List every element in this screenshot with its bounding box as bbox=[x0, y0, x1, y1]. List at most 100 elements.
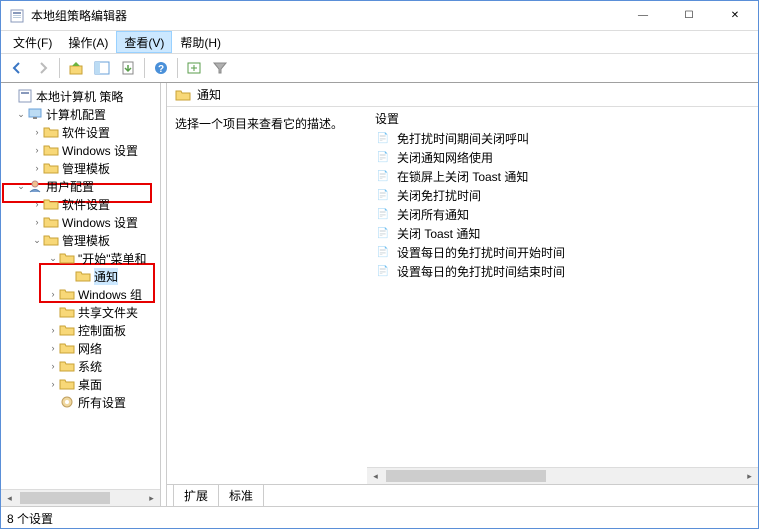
list-item[interactable]: 📄关闭免打扰时间 bbox=[367, 186, 758, 205]
chevron-right-icon[interactable]: › bbox=[47, 343, 59, 353]
tree-pane[interactable]: 本地计算机 策略 ⌄ 计算机配置 › 软件设置 › Windows 设置 ›管理模板… bbox=[1, 83, 161, 506]
list-hscrollbar[interactable]: ◂ ▸ bbox=[367, 467, 758, 484]
tree-hscrollbar[interactable]: ◂ ▸ bbox=[1, 489, 160, 506]
settings-icon bbox=[59, 395, 75, 409]
show-hide-tree-button[interactable] bbox=[90, 56, 114, 80]
toolbar-sep bbox=[177, 58, 178, 78]
tree-all-settings[interactable]: 所有设置 bbox=[1, 393, 160, 411]
tree-shared-folders[interactable]: 共享文件夹 bbox=[1, 303, 160, 321]
scroll-thumb[interactable] bbox=[20, 492, 110, 504]
back-button[interactable] bbox=[5, 56, 29, 80]
tree-start-menu[interactable]: ⌄ "开始"菜单和 bbox=[1, 249, 160, 267]
column-header-settings[interactable]: 设置 bbox=[367, 107, 758, 129]
tree-control-panel[interactable]: ›控制面板 bbox=[1, 321, 160, 339]
tree-uc-templates[interactable]: ⌄管理模板 bbox=[1, 231, 160, 249]
chevron-right-icon[interactable]: › bbox=[31, 127, 43, 137]
tree-label: Windows 设置 bbox=[62, 142, 138, 159]
tree-computer-config[interactable]: ⌄ 计算机配置 bbox=[1, 105, 160, 123]
tree-label: 软件设置 bbox=[62, 196, 110, 213]
svg-text:?: ? bbox=[158, 64, 164, 75]
scroll-thumb[interactable] bbox=[386, 470, 546, 482]
policy-item-icon: 📄 bbox=[375, 209, 391, 220]
folder-icon bbox=[59, 251, 75, 265]
forward-button[interactable] bbox=[31, 56, 55, 80]
chevron-right-icon[interactable]: › bbox=[47, 361, 59, 371]
chevron-right-icon[interactable]: › bbox=[47, 379, 59, 389]
scroll-track[interactable] bbox=[18, 490, 143, 506]
tree-label: Windows 设置 bbox=[62, 214, 138, 231]
tree-label: 软件设置 bbox=[62, 124, 110, 141]
list-item[interactable]: 📄关闭所有通知 bbox=[367, 205, 758, 224]
list-item[interactable]: 📄设置每日的免打扰时间结束时间 bbox=[367, 262, 758, 281]
scroll-right-icon[interactable]: ▸ bbox=[143, 490, 160, 506]
list-item[interactable]: 📄关闭 Toast 通知 bbox=[367, 224, 758, 243]
gpedit-window: 本地组策略编辑器 — ☐ ✕ 文件(F) 操作(A) 查看(V) 帮助(H) ? bbox=[0, 0, 759, 529]
policy-item-icon: 📄 bbox=[375, 266, 391, 277]
tree-label: "开始"菜单和 bbox=[78, 250, 147, 267]
tree-uc-software[interactable]: › 软件设置 bbox=[1, 195, 160, 213]
scroll-left-icon[interactable]: ◂ bbox=[367, 468, 384, 484]
tree-notifications[interactable]: 通知 bbox=[1, 267, 160, 285]
folder-icon bbox=[43, 125, 59, 139]
tree-label: 所有设置 bbox=[78, 394, 126, 411]
tree-network[interactable]: ›网络 bbox=[1, 339, 160, 357]
list-item[interactable]: 📄免打扰时间期间关闭呼叫 bbox=[367, 129, 758, 148]
folder-icon bbox=[43, 233, 59, 247]
tree-root[interactable]: 本地计算机 策略 bbox=[1, 87, 160, 105]
tree-system[interactable]: ›系统 bbox=[1, 357, 160, 375]
chevron-right-icon[interactable]: › bbox=[31, 145, 43, 155]
tree-desktop[interactable]: ›桌面 bbox=[1, 375, 160, 393]
policy-item-icon: 📄 bbox=[375, 247, 391, 258]
minimize-button[interactable]: — bbox=[620, 1, 666, 31]
list-label: 设置每日的免打扰时间开始时间 bbox=[397, 244, 565, 261]
chevron-right-icon[interactable]: › bbox=[31, 199, 43, 209]
chevron-right-icon[interactable]: › bbox=[47, 325, 59, 335]
toolbar-sep bbox=[59, 58, 60, 78]
tab-standard[interactable]: 标准 bbox=[218, 485, 264, 506]
chevron-down-icon[interactable]: ⌄ bbox=[47, 253, 59, 264]
tree-label: 用户配置 bbox=[46, 178, 94, 195]
folder-icon bbox=[43, 161, 59, 175]
maximize-button[interactable]: ☐ bbox=[666, 1, 712, 31]
up-button[interactable] bbox=[64, 56, 88, 80]
chevron-down-icon[interactable]: ⌄ bbox=[15, 109, 27, 120]
tree-windows-components[interactable]: ›Windows 组 bbox=[1, 285, 160, 303]
app-icon bbox=[9, 8, 25, 24]
chevron-down-icon[interactable]: ⌄ bbox=[15, 181, 27, 192]
list-label: 关闭免打扰时间 bbox=[397, 187, 481, 204]
filter-button[interactable] bbox=[208, 56, 232, 80]
folder-icon bbox=[59, 377, 75, 391]
list-item[interactable]: 📄 设置每日的免打扰时间开始时间 bbox=[367, 243, 758, 262]
description-hint: 选择一个项目来查看它的描述。 bbox=[175, 117, 343, 131]
tree-cc-windows[interactable]: › Windows 设置 bbox=[1, 141, 160, 159]
tree-label: 通知 bbox=[94, 268, 118, 285]
action-button[interactable] bbox=[182, 56, 206, 80]
list-label: 关闭通知网络使用 bbox=[397, 149, 493, 166]
tree-uc-windows[interactable]: › Windows 设置 bbox=[1, 213, 160, 231]
menu-action[interactable]: 操作(A) bbox=[60, 31, 116, 53]
menu-file[interactable]: 文件(F) bbox=[5, 31, 60, 53]
menu-help[interactable]: 帮助(H) bbox=[172, 31, 229, 53]
chevron-down-icon[interactable]: ⌄ bbox=[31, 235, 43, 246]
tree-cc-templates[interactable]: ›管理模板 bbox=[1, 159, 160, 177]
window-controls: — ☐ ✕ bbox=[620, 1, 758, 31]
content-title: 通知 bbox=[197, 86, 221, 103]
folder-icon bbox=[59, 287, 75, 301]
list-item[interactable]: 📄关闭通知网络使用 bbox=[367, 148, 758, 167]
list-item[interactable]: 📄在锁屏上关闭 Toast 通知 bbox=[367, 167, 758, 186]
scroll-track[interactable] bbox=[384, 468, 741, 484]
scroll-left-icon[interactable]: ◂ bbox=[1, 490, 18, 506]
content-header: 通知 bbox=[167, 83, 758, 107]
chevron-right-icon[interactable]: › bbox=[31, 217, 43, 227]
tree-user-config[interactable]: ⌄ 用户配置 bbox=[1, 177, 160, 195]
export-list-button[interactable] bbox=[116, 56, 140, 80]
scroll-right-icon[interactable]: ▸ bbox=[741, 468, 758, 484]
tab-extended[interactable]: 扩展 bbox=[173, 485, 219, 506]
help-button[interactable]: ? bbox=[149, 56, 173, 80]
chevron-right-icon[interactable]: › bbox=[31, 163, 43, 173]
chevron-right-icon[interactable]: › bbox=[47, 289, 59, 299]
menubar: 文件(F) 操作(A) 查看(V) 帮助(H) bbox=[1, 31, 758, 53]
tree-cc-software[interactable]: › 软件设置 bbox=[1, 123, 160, 141]
close-button[interactable]: ✕ bbox=[712, 1, 758, 31]
menu-view[interactable]: 查看(V) bbox=[116, 31, 172, 53]
